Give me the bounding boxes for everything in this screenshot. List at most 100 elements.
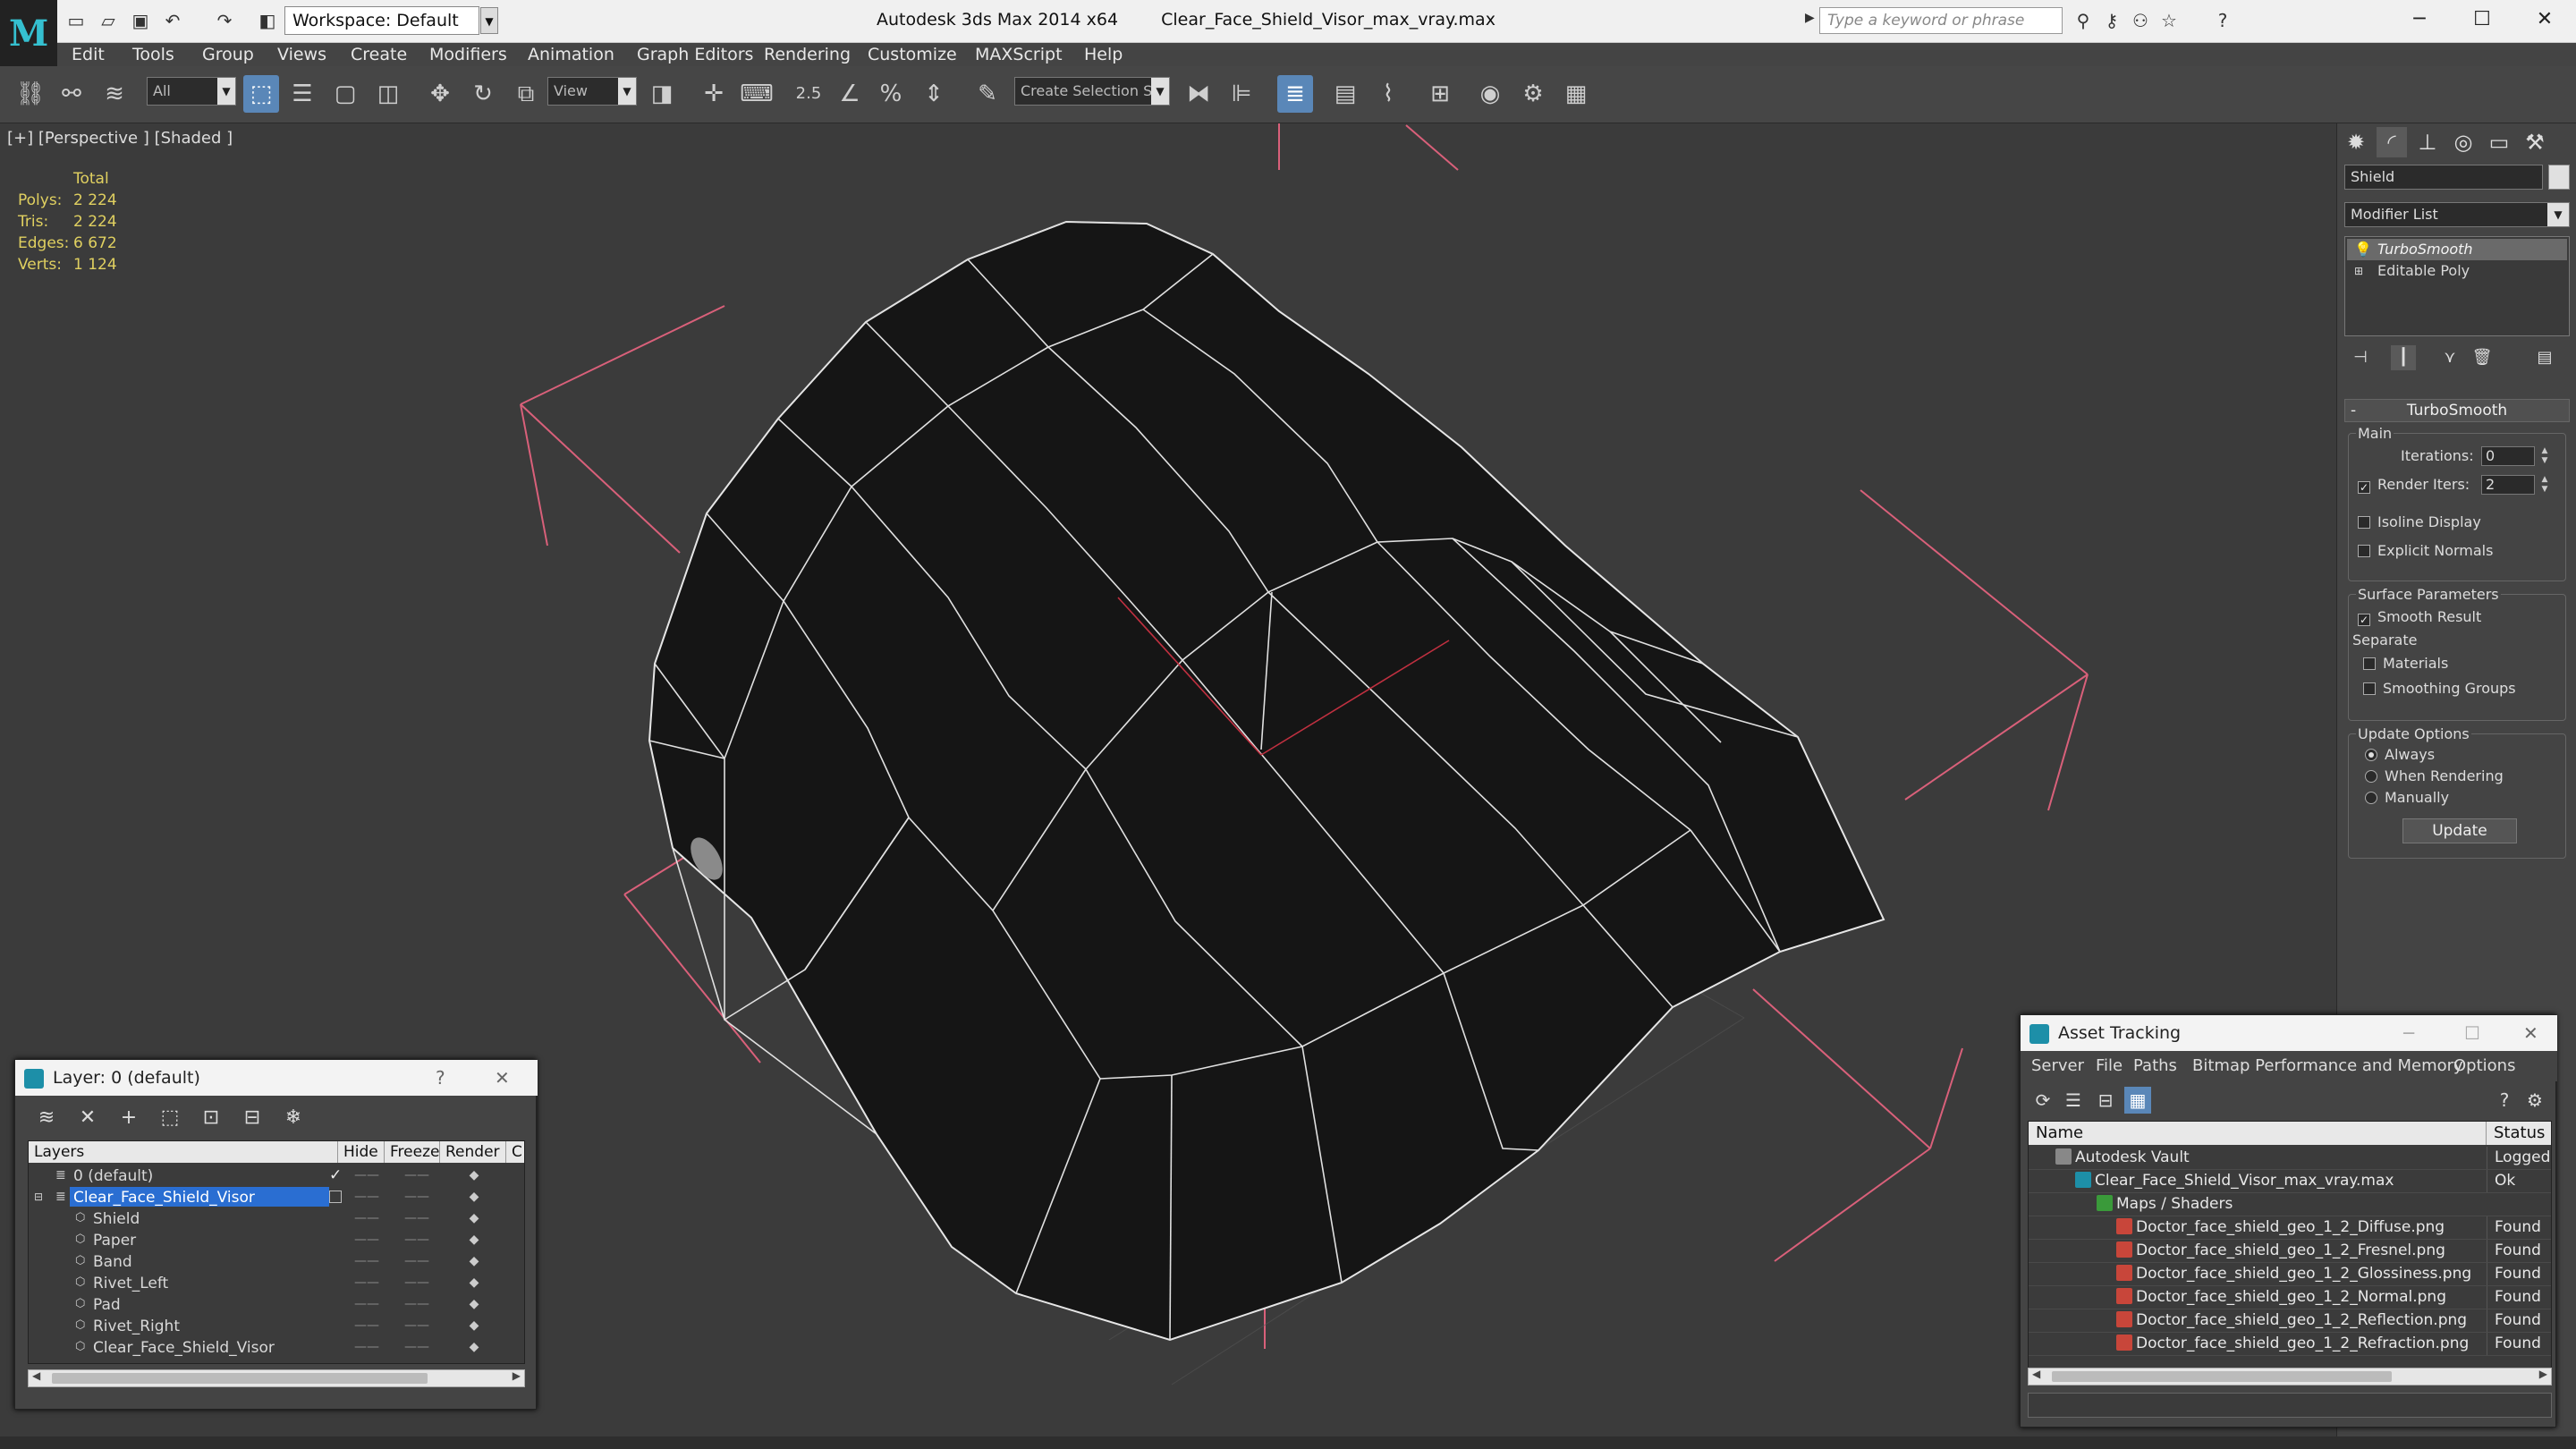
scroll-left-icon[interactable]: ◀ — [2032, 1368, 2040, 1380]
spinner-snap-icon[interactable]: ⇕ — [916, 75, 952, 113]
rendered-frame-window-icon[interactable]: ▦ — [1558, 75, 1594, 113]
freeze-toggle[interactable]: —— — [399, 1186, 435, 1208]
asset-row[interactable]: Doctor_face_shield_geo_1_2_Refraction.pn… — [2029, 1333, 2551, 1356]
expand-plus-icon[interactable]: ⊞ — [2354, 260, 2363, 282]
shield-mesh[interactable] — [648, 220, 1885, 1342]
layer-row[interactable]: ⬡ Rivet_Left —— —— ◆ — [29, 1272, 524, 1293]
smooth-result-checkbox[interactable]: ✓ Smooth Result — [2358, 607, 2481, 627]
freeze-toggle[interactable]: —— — [399, 1272, 435, 1293]
materials-checkbox[interactable]: Materials — [2363, 654, 2448, 674]
expand-minus-icon[interactable]: ⊟ — [34, 1186, 43, 1208]
render-iters-spinner[interactable]: 2 — [2481, 475, 2535, 495]
freeze-toggle[interactable]: —— — [399, 1293, 435, 1315]
menu-views[interactable]: Views — [277, 43, 326, 66]
render-teapot-icon[interactable]: ◆ — [456, 1229, 492, 1250]
col-status[interactable]: Status — [2487, 1122, 2551, 1145]
render-teapot-icon[interactable]: ◆ — [456, 1336, 492, 1358]
col-layers[interactable]: Layers — [29, 1141, 338, 1163]
freeze-toggle[interactable]: —— — [399, 1165, 435, 1186]
schematic-view-icon[interactable]: ⊞ — [1422, 75, 1458, 113]
unlink-icon[interactable]: ⚯ — [54, 75, 89, 113]
hide-toggle[interactable]: —— — [349, 1336, 385, 1358]
hide-toggle[interactable]: —— — [349, 1229, 385, 1250]
col-color[interactable]: C — [506, 1141, 524, 1163]
always-radio[interactable]: Always — [2365, 745, 2435, 765]
asset-row[interactable]: Maps / Shaders — [2029, 1193, 2551, 1216]
asset-menu-bitmap-performance[interactable]: Bitmap Performance and Memory — [2192, 1051, 2463, 1081]
display-tab-icon[interactable]: ▭ — [2484, 127, 2514, 157]
modifier-list-dropdown[interactable]: Modifier List ▼ — [2344, 202, 2570, 227]
lightbulb-icon[interactable]: 💡 — [2354, 239, 2372, 260]
make-unique-icon[interactable]: ⋎ — [2437, 345, 2462, 370]
hide-toggle[interactable]: —— — [349, 1208, 385, 1229]
asset-minimize-icon[interactable]: ─ — [2403, 1015, 2414, 1051]
asset-horizontal-scrollbar[interactable]: ◀ ▶ — [2028, 1368, 2552, 1385]
help-icon[interactable]: ? — [2209, 7, 2236, 34]
render-teapot-icon[interactable]: ◆ — [456, 1315, 492, 1336]
iterations-spinner[interactable]: 0 — [2481, 446, 2535, 466]
menu-edit[interactable]: Edit — [72, 43, 105, 66]
edit-named-selection-icon[interactable]: ✎ — [970, 75, 1005, 113]
col-freeze[interactable]: Freeze — [385, 1141, 440, 1163]
communication-icon[interactable]: ⚇ — [2127, 7, 2154, 34]
asset-menu-paths[interactable]: Paths — [2133, 1051, 2177, 1081]
open-file-icon[interactable]: ▱ — [95, 7, 122, 34]
subscription-icon[interactable]: ⚷ — [2098, 7, 2125, 34]
manually-radio[interactable]: Manually — [2365, 788, 2449, 808]
layer-row[interactable]: ⬡ Clear_Face_Shield_Visor —— —— ◆ — [29, 1336, 524, 1358]
stack-item-editable-poly[interactable]: ⊞ Editable Poly — [2347, 260, 2567, 282]
rectangular-selection-icon[interactable]: ▢ — [327, 75, 363, 113]
freeze-toggle[interactable]: —— — [399, 1208, 435, 1229]
remove-modifier-icon[interactable]: 🗑 — [2470, 345, 2495, 370]
pivot-center-icon[interactable]: ◨ — [644, 75, 680, 113]
object-name[interactable]: Rivet_Right — [89, 1316, 183, 1335]
object-name[interactable]: Shield — [89, 1208, 143, 1228]
menu-group[interactable]: Group — [202, 43, 254, 66]
explicit-normals-checkbox[interactable]: Explicit Normals — [2358, 541, 2493, 561]
workspace-dropdown[interactable]: Workspace: Default ▼ — [284, 6, 498, 35]
curve-editor-icon[interactable]: ⌇ — [1370, 75, 1406, 113]
layer-row[interactable]: ≣ 0 (default) ✓ —— —— ◆ — [29, 1165, 524, 1186]
render-teapot-icon[interactable]: ◆ — [456, 1250, 492, 1272]
search-expand-icon[interactable]: ▶ — [1805, 11, 1818, 32]
scroll-right-icon[interactable]: ▶ — [513, 1369, 521, 1382]
create-tab-icon[interactable]: ✹ — [2341, 127, 2371, 157]
col-hide[interactable]: Hide — [338, 1141, 385, 1163]
select-object-icon[interactable]: ⬚ — [243, 75, 279, 113]
layer-window-titlebar[interactable]: Layer: 0 (default) — [15, 1060, 538, 1096]
update-button[interactable]: Update — [2402, 818, 2517, 843]
new-file-icon[interactable]: ▭ — [63, 7, 89, 34]
layer-row[interactable]: ⬡ Shield —— —— ◆ — [29, 1208, 524, 1229]
asset-row[interactable]: Doctor_face_shield_geo_1_2_Diffuse.png F… — [2029, 1216, 2551, 1240]
window-crossing-icon[interactable]: ◫ — [370, 75, 406, 113]
object-name[interactable]: Paper — [89, 1230, 140, 1250]
render-teapot-icon[interactable]: ◆ — [456, 1293, 492, 1315]
modify-tab-icon[interactable]: ◜ — [2377, 127, 2407, 157]
link-icon[interactable]: ⛓ — [13, 75, 48, 113]
menu-maxscript[interactable]: MAXScript — [975, 43, 1063, 66]
smoothing-groups-checkbox[interactable]: Smoothing Groups — [2363, 679, 2516, 699]
hide-all-layers-icon[interactable]: ⊟ — [237, 1103, 267, 1133]
render-teapot-icon[interactable]: ◆ — [456, 1208, 492, 1229]
show-end-result-icon[interactable]: ┃ — [2391, 345, 2416, 370]
percent-snap-icon[interactable]: % — [873, 75, 909, 113]
render-teapot-icon[interactable]: ◆ — [456, 1186, 492, 1208]
hide-toggle[interactable]: —— — [349, 1315, 385, 1336]
move-icon[interactable]: ✥ — [422, 75, 458, 113]
object-name-field[interactable]: Shield — [2344, 165, 2543, 190]
menu-create[interactable]: Create — [351, 43, 407, 66]
layer-row[interactable]: ⬡ Rivet_Right —— —— ◆ — [29, 1315, 524, 1336]
viewport-label[interactable]: [+] [Perspective ] [Shaded ] — [7, 129, 233, 148]
render-setup-icon[interactable]: ⚙ — [1515, 75, 1551, 113]
ribbon-icon[interactable]: ▤ — [1327, 75, 1363, 113]
freeze-toggle[interactable]: —— — [399, 1229, 435, 1250]
layer-manager-icon[interactable]: ≣ — [1277, 75, 1313, 113]
rollout-header[interactable]: - TurboSmooth — [2344, 399, 2570, 422]
menu-graph-editors[interactable]: Graph Editors — [637, 43, 753, 66]
asset-row[interactable]: Doctor_face_shield_geo_1_2_Reflection.pn… — [2029, 1309, 2551, 1333]
hide-toggle[interactable]: —— — [349, 1272, 385, 1293]
menu-tools[interactable]: Tools — [132, 43, 174, 66]
layer-horizontal-scrollbar[interactable]: ◀ ▶ — [28, 1369, 525, 1387]
scroll-thumb[interactable] — [52, 1373, 428, 1384]
asset-row[interactable]: Autodesk Vault Logged — [2029, 1147, 2551, 1170]
